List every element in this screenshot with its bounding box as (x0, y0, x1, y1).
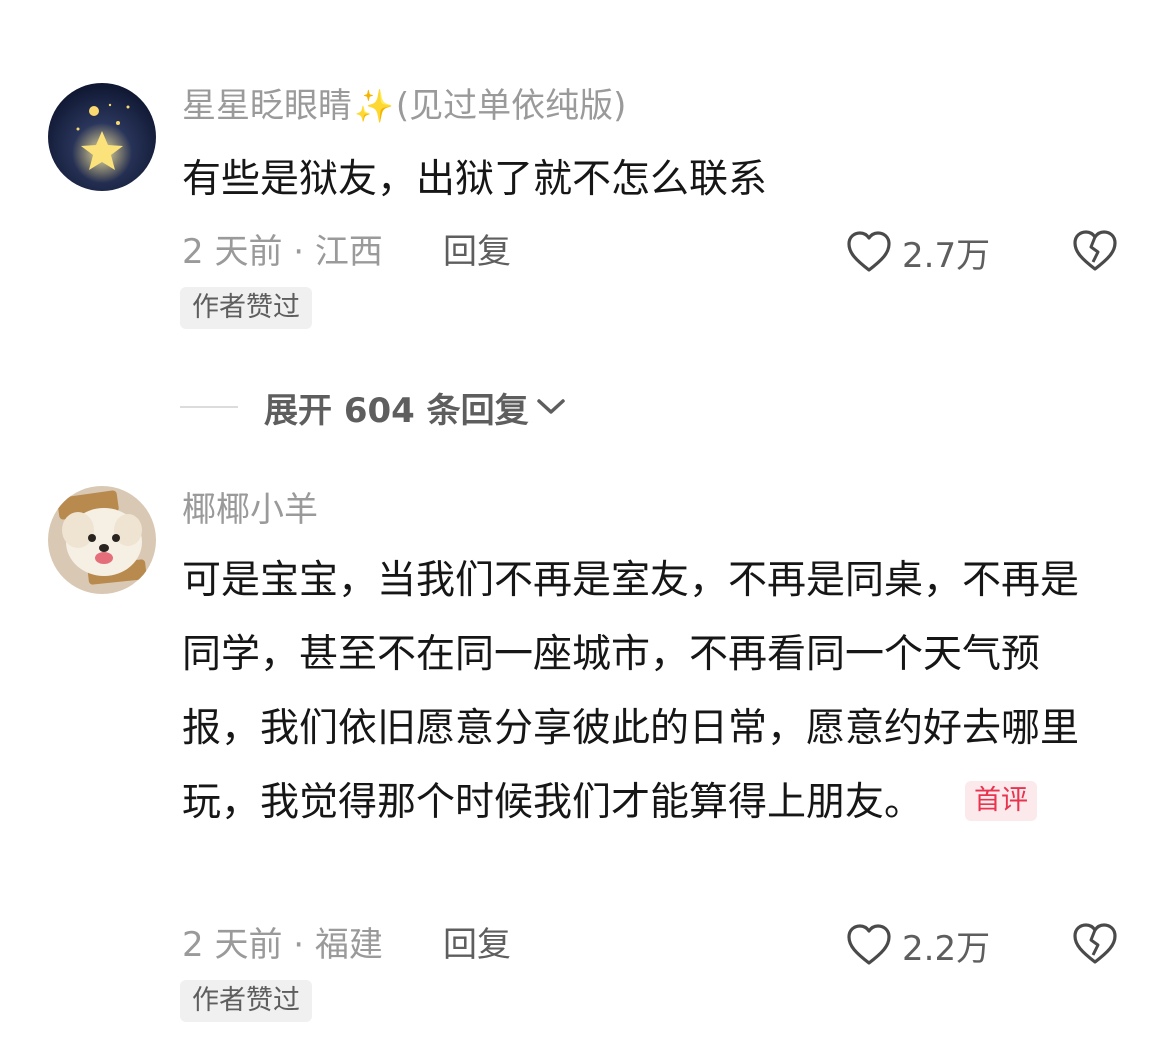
like-count: 2.2万 (902, 928, 991, 969)
broken-heart-icon (1073, 230, 1117, 271)
dislike-button[interactable] (1072, 229, 1118, 275)
user-avatar[interactable] (48, 83, 156, 191)
broken-heart-icon (1073, 923, 1117, 964)
puppy-avatar-icon (48, 486, 156, 594)
comment-meta: 2 天前 · 江西 (182, 232, 383, 272)
like-button[interactable]: 2.7万 (846, 227, 990, 277)
username[interactable]: 星星眨眼睛✨(见过单依纯版) (182, 84, 626, 128)
author-liked-badge: 作者赞过 (180, 287, 312, 329)
first-comment-badge: 首评 (965, 781, 1038, 821)
user-avatar[interactable] (48, 486, 156, 594)
divider-line (180, 406, 238, 408)
sparkle-icon: ✨ (354, 87, 394, 125)
author-liked-badge: 作者赞过 (180, 980, 312, 1022)
username-suffix: (见过单依纯版) (395, 86, 627, 126)
heart-icon (847, 231, 891, 272)
like-count: 2.7万 (902, 235, 991, 276)
username[interactable]: 椰椰小羊 (182, 488, 318, 532)
dislike-button[interactable] (1072, 922, 1118, 968)
chevron-down-icon (536, 399, 565, 414)
like-button[interactable]: 2.2万 (846, 920, 990, 970)
comment-body: 可是宝宝，当我们不再是室友，不再是同桌，不再是同学，甚至不在同一座城市，不再看同… (182, 558, 1080, 825)
reply-button[interactable]: 回复 (443, 230, 511, 274)
expand-replies-label: 展开 604 条回复 (264, 390, 529, 431)
star-night-avatar-icon (48, 83, 156, 191)
comment-text: 可是宝宝，当我们不再是室友，不再是同桌，不再是同学，甚至不在同一座城市，不再看同… (182, 544, 1112, 840)
reply-button[interactable]: 回复 (443, 923, 511, 967)
comment-text: 有些是狱友，出狱了就不怎么联系 (182, 157, 768, 202)
username-text: 椰椰小羊 (182, 490, 318, 530)
comment-meta: 2 天前 · 福建 (182, 925, 383, 965)
heart-icon (847, 924, 891, 965)
expand-replies-button[interactable]: 展开 604 条回复 (180, 384, 567, 431)
username-text: 星星眨眼睛 (182, 86, 352, 126)
